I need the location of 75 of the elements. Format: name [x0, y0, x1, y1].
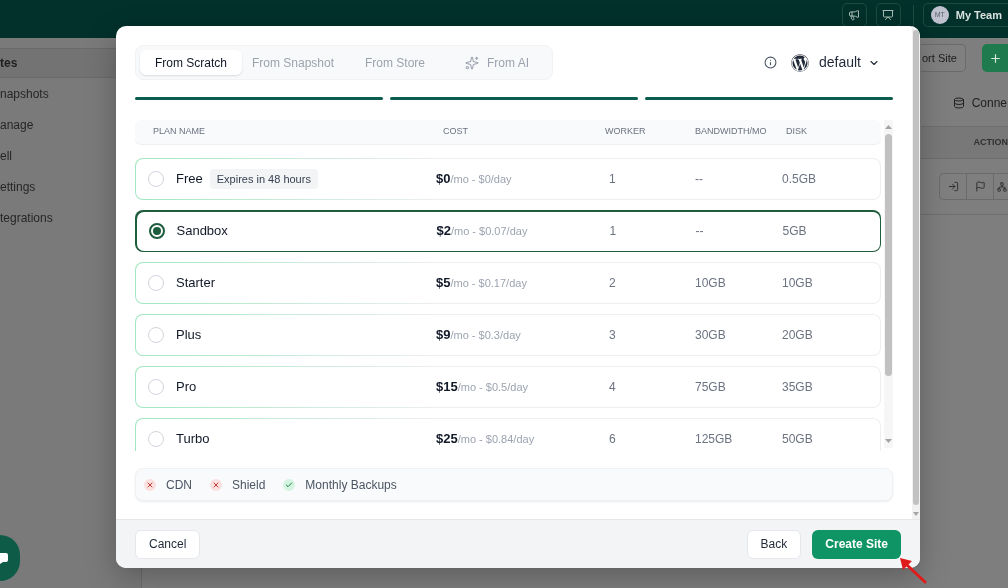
add-button[interactable]	[982, 44, 1008, 72]
scroll-down-icon[interactable]	[885, 439, 892, 443]
plus-icon	[988, 51, 1002, 65]
disk-value: 20GB	[782, 327, 814, 344]
flag-icon	[974, 181, 986, 192]
worker-count: 4	[609, 379, 617, 396]
annotation-arrow	[899, 557, 927, 584]
plan-name: Free	[176, 170, 203, 189]
logo-icon	[790, 53, 809, 72]
plan-row[interactable]: Sandbox $2/mo - $0.07/day 1 -- 5GB	[135, 210, 881, 252]
feature-label: Shield	[232, 476, 266, 494]
presentation-icon	[882, 9, 895, 21]
connect-label[interactable]: Conne	[971, 94, 1008, 112]
plan-cost: $9/mo - $0.3/day	[436, 326, 522, 345]
tab[interactable]: From AI	[446, 50, 548, 75]
chat-icon	[0, 552, 8, 564]
plan-cost: $5/mo - $0.17/day	[436, 274, 528, 293]
plan-row[interactable]: Turbo $25/mo - $0.84/day 6 125GB 50GB	[135, 418, 881, 451]
column-header: ACTION	[973, 135, 1008, 149]
megaphone-icon	[848, 9, 861, 21]
plan-name: Pro	[176, 378, 197, 397]
feature-label: CDN	[166, 476, 192, 494]
scroll-up-icon[interactable]	[885, 125, 892, 129]
disk-value: 35GB	[782, 379, 814, 396]
worker-count: 1	[609, 223, 618, 240]
bandwidth-value: --	[695, 171, 704, 188]
worker-count: 3	[609, 327, 617, 344]
bandwidth-value: 30GB	[695, 327, 727, 344]
info-icon[interactable]	[763, 56, 777, 69]
tab[interactable]: From Store	[344, 50, 446, 75]
platform-dropdown[interactable]: default	[790, 52, 880, 73]
expiry-badge: Expires in 48 hours	[209, 168, 318, 190]
header-button[interactable]: ort Site	[921, 44, 966, 72]
bandwidth-value: 10GB	[695, 275, 727, 292]
back-button[interactable]: Back	[746, 529, 802, 559]
plan-cost: $2/mo - $0.07/day	[436, 222, 529, 241]
plan-name: Plus	[176, 326, 202, 345]
radio-button[interactable]	[148, 223, 165, 239]
scrollbar-thumb[interactable]	[885, 134, 892, 376]
network-icon	[997, 181, 1007, 192]
plan-row[interactable]: Starter $5/mo - $0.17/day 2 10GB 10GB	[135, 262, 881, 304]
disk-value: 10GB	[782, 275, 814, 292]
plan-row[interactable]: Pro $15/mo - $0.5/day 4 75GB 35GB	[135, 366, 881, 408]
column-header: DISK	[786, 125, 808, 139]
login-icon	[947, 181, 959, 192]
plan-row[interactable]: Plus $9/mo - $0.3/day 3 30GB 20GB	[135, 314, 881, 356]
plan-name: Sandbox	[176, 222, 228, 241]
worker-count: 2	[609, 275, 617, 292]
bandwidth-value: 75GB	[695, 379, 727, 396]
disk-value: 50GB	[782, 431, 814, 448]
column-header: WORKER	[605, 125, 647, 139]
create-site-button[interactable]: Create Site	[812, 529, 901, 559]
plan-cost: $15/mo - $0.5/day	[436, 378, 530, 397]
plan-name: Turbo	[176, 430, 210, 449]
sparkle-icon	[465, 55, 479, 70]
tab[interactable]: From Snapshot	[242, 50, 344, 75]
column-header: PLAN NAME	[152, 125, 206, 139]
plan-cost: $25/mo - $0.84/day	[436, 430, 536, 449]
column-header: COST	[443, 125, 469, 139]
worker-count: 6	[609, 431, 617, 448]
disk-value: 0.5GB	[782, 171, 818, 188]
cancel-button[interactable]: Cancel	[135, 529, 201, 559]
tab[interactable]: From Scratch	[140, 50, 242, 75]
plan-row[interactable]: Free Expires in 48 hours $0/mo - $0/day 1 -- 0.5GB	[135, 158, 881, 200]
plan-cost: $0/mo - $0/day	[436, 170, 513, 189]
feature-label: Monthly Backups	[305, 476, 397, 494]
bandwidth-value: --	[695, 223, 705, 240]
database-icon	[952, 97, 965, 109]
scroll-down-icon[interactable]	[913, 512, 919, 516]
bandwidth-value: 125GB	[695, 431, 734, 448]
disk-value: 5GB	[782, 223, 808, 240]
scrollbar-thumb[interactable]	[913, 30, 919, 505]
worker-count: 1	[609, 171, 617, 188]
plan-name: Starter	[176, 274, 215, 293]
column-header: BANDWIDTH/MO	[695, 125, 768, 139]
